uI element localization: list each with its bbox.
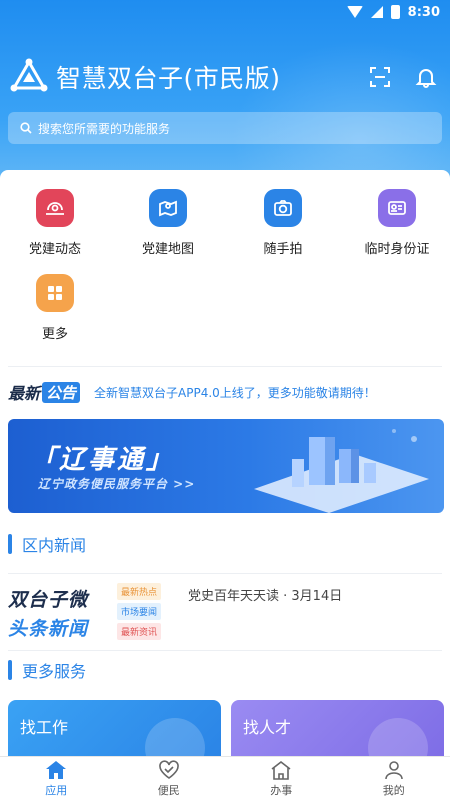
bottom-tab-bar: 应用 便民 办事 我的 [0,756,450,800]
app-logo-icon [10,58,48,96]
status-time: 8:30 [407,4,440,20]
news-tag-market: 市场要闻 [117,603,162,620]
tab-label: 办事 [270,783,293,797]
bell-icon[interactable] [414,65,438,89]
user-icon [384,760,403,779]
grid-item-more[interactable]: 更多 [0,274,110,342]
more-grid-icon [36,274,74,312]
news-tag-new: 最新资讯 [117,623,162,640]
tab-label: 我的 [382,783,405,797]
notice-badge: 最新 公告 [8,380,81,404]
building-icon [271,760,291,780]
news-brand-line2: 头条新闻 [8,618,89,640]
tab-affairs[interactable]: 办事 [225,757,338,800]
grid-item-snapshot[interactable]: 随手拍 [228,189,338,257]
map-icon [149,189,187,227]
section-accent-bar [8,534,12,554]
section-title: 更多服务 [22,662,87,681]
battery-icon [390,5,400,19]
divider [8,366,442,367]
tab-convenience[interactable]: 便民 [113,757,226,800]
news-tag-hot: 最新热点 [117,583,162,600]
tab-profile[interactable]: 我的 [338,757,450,800]
grid-item-party-news[interactable]: 党建动态 [0,189,110,257]
section-title: 区内新闻 [22,536,87,555]
signal-icon [370,6,383,18]
divider [8,573,442,574]
banner-subtitle: 辽宁政务便民服务平台 >> [38,477,196,491]
liaoshitong-banner[interactable]: 「辽事通」 辽宁政务便民服务平台 >> [8,419,444,513]
section-more-services: 更多服务 [8,658,86,682]
id-card-icon [378,189,416,227]
decoration [145,718,205,756]
section-accent-bar [8,660,12,680]
find-job-card[interactable]: 找工作 [8,700,221,756]
wifi-icon [346,6,363,18]
banner-title: 「辽事通」 [30,445,176,475]
home-icon [46,760,67,779]
notice-bar[interactable]: 最新 公告 全新智慧双台子APP4.0上线了，更多功能敬请期待！ [8,377,442,407]
grid-label: 党建动态 [28,242,81,257]
notice-text: 全新智慧双台子APP4.0上线了，更多功能敬请期待！ [94,385,376,400]
scan-icon[interactable] [368,65,392,89]
news-headline: 党史百年天天读 · 3月14日 [188,589,343,604]
city-illustration [254,429,429,513]
grid-item-party-map[interactable]: 党建地图 [113,189,223,257]
tab-apps[interactable]: 应用 [0,757,113,800]
search-icon [20,122,32,134]
tab-label: 便民 [157,783,180,797]
section-district-news: 区内新闻 [8,532,86,556]
grid-label: 更多 [41,327,68,342]
search-input[interactable]: 搜索您所需要的功能服务 [8,112,442,144]
party-news-icon [36,189,74,227]
notice-badge-b: 公告 [42,381,81,403]
grid-item-temp-id[interactable]: 临时身份证 [342,189,450,257]
heart-icon [158,759,179,779]
grid-label: 临时身份证 [364,242,430,257]
status-bar: 8:30 [0,0,450,24]
news-tags: 最新热点 市场要闻 最新资讯 [117,583,162,640]
news-brand-logo: 双台子微 头条新闻 [8,585,108,641]
news-brand-line1: 双台子微 [8,589,89,611]
tab-label: 应用 [45,783,68,797]
notice-badge-a: 最新 [8,384,41,403]
app-title: 智慧双台子(市民版) [56,64,281,93]
find-talent-card[interactable]: 找人才 [231,700,444,756]
divider [8,650,442,651]
search-placeholder: 搜索您所需要的功能服务 [38,121,171,136]
grid-label: 党建地图 [141,242,194,257]
find-job-label: 找工作 [20,718,69,737]
title-bar: 智慧双台子(市民版) [10,55,440,99]
find-talent-label: 找人才 [243,718,292,737]
grid-label: 随手拍 [263,242,303,257]
decoration [368,718,428,756]
news-item[interactable]: 双台子微 头条新闻 最新热点 市场要闻 最新资讯 党史百年天天读 · 3月14日 [8,583,442,643]
camera-icon [264,189,302,227]
main-content: 党建动态 党建地图 随手拍 临时身份证 更多 最新 公告 全新智慧双台子APP4… [0,170,450,756]
